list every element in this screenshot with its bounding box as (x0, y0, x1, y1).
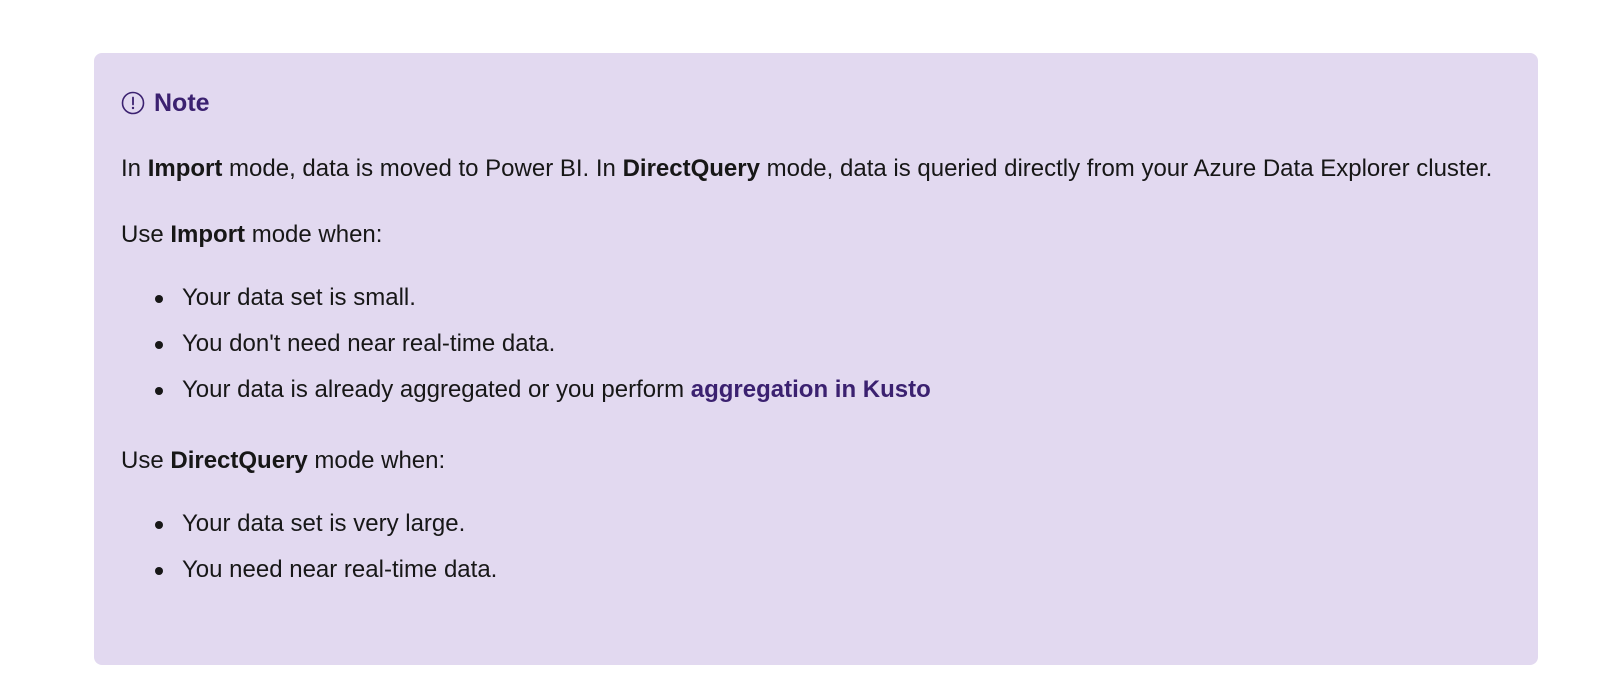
heading-text: mode when: (307, 447, 446, 474)
bullet-icon (155, 295, 163, 303)
import-list: Your data set is small. You don't need n… (121, 275, 1511, 413)
import-term: Import (170, 221, 246, 248)
list-item: Your data set is small. (155, 275, 1511, 321)
bullet-icon (155, 387, 163, 395)
list-item: You need near real-time data. (155, 547, 1511, 593)
list-item-text: Your data set is small. (182, 284, 416, 311)
note-header: Note (121, 85, 1511, 121)
bullet-icon (155, 341, 163, 349)
directquery-term: DirectQuery (170, 447, 308, 474)
list-item-text: You don't need near real-time data. (182, 330, 556, 357)
list-item-text: Your data is already aggregated or you p… (182, 376, 691, 403)
import-term: Import (147, 155, 223, 182)
list-item: You don't need near real-time data. (155, 321, 1511, 367)
note-callout: Note In Import mode, data is moved to Po… (94, 53, 1538, 665)
info-circle-icon (121, 91, 145, 115)
directquery-heading: Use DirectQuery mode when: (121, 441, 1511, 481)
intro-paragraph: In Import mode, data is moved to Power B… (121, 149, 1511, 189)
import-heading: Use Import mode when: (121, 215, 1511, 255)
directquery-list: Your data set is very large. You need ne… (121, 501, 1511, 593)
bullet-icon (155, 567, 163, 575)
heading-text: Use (121, 221, 171, 248)
bullet-icon (155, 521, 163, 529)
intro-text: mode, data is moved to Power BI. In (222, 155, 623, 182)
note-title: Note (154, 88, 210, 117)
aggregation-in-kusto-link[interactable]: aggregation in Kusto (691, 376, 931, 403)
heading-text: mode when: (245, 221, 383, 248)
directquery-term: DirectQuery (622, 155, 760, 182)
intro-text: In (121, 155, 148, 182)
list-item-text: You need near real-time data. (182, 556, 498, 583)
list-item: Your data is already aggregated or you p… (155, 367, 1511, 413)
intro-text: mode, data is queried directly from your… (759, 155, 1493, 182)
heading-text: Use (121, 447, 171, 474)
list-item-text: Your data set is very large. (182, 510, 466, 537)
list-item: Your data set is very large. (155, 501, 1511, 547)
